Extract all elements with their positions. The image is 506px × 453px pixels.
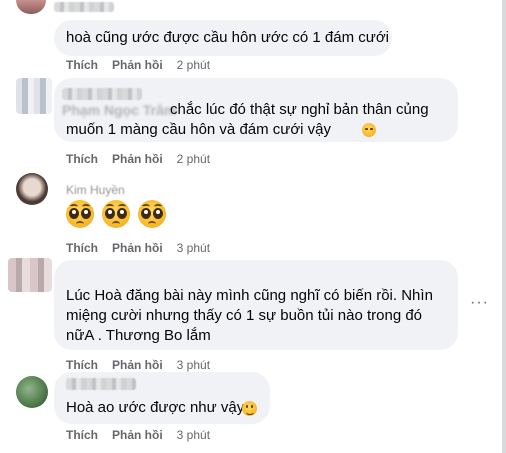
reply-button[interactable]: Phản hồi <box>112 358 163 372</box>
reply-button[interactable]: Phản hồi <box>112 58 163 72</box>
comment-actions: Thích Phản hồi 2 phút <box>66 58 224 72</box>
comment-text: hoà cũng ước được cầu hôn ước có 1 đám c… <box>66 29 389 46</box>
comment-text: muốn 1 màng cầu hôn và đám cưới vậy <box>66 121 332 138</box>
comment-text: miệng cười nhưng thấy có 1 sự buồn tủi n… <box>66 307 423 324</box>
comment-text: chắc lúc đó thật sự nghỉ bản thân củng <box>170 101 429 118</box>
like-button[interactable]: Thích <box>66 152 98 166</box>
reply-button[interactable]: Phản hồi <box>112 241 163 255</box>
comment-actions: Thích Phản hồi 2 phút <box>66 152 224 166</box>
relieved-face-icon <box>362 123 376 137</box>
timestamp[interactable]: 2 phút <box>177 152 210 166</box>
comment-actions: Thích Phản hồi 3 phút <box>66 358 224 372</box>
pleading-face-icon <box>138 200 166 228</box>
like-button[interactable]: Thích <box>66 58 98 72</box>
avatar[interactable] <box>16 0 46 14</box>
avatar[interactable] <box>16 376 48 408</box>
pleading-face-icon <box>66 200 94 228</box>
comment-text: nữA . Thương Bo lắm <box>66 327 211 344</box>
timestamp[interactable]: 3 phút <box>177 428 210 442</box>
more-options-icon[interactable]: ··· <box>470 294 489 312</box>
scrollbar[interactable] <box>502 0 506 453</box>
reply-button[interactable]: Phản hồi <box>112 152 163 166</box>
like-button[interactable]: Thích <box>66 241 98 255</box>
comment-actions: Thích Phản hồi 3 phút <box>66 428 224 442</box>
author-name[interactable]: Phạm Ngọc Trâm <box>62 100 176 120</box>
author-name-blurred[interactable] <box>54 2 114 12</box>
pleading-face-icon <box>102 200 130 228</box>
timestamp[interactable]: 3 phút <box>177 241 210 255</box>
timestamp[interactable]: 2 phút <box>177 58 210 72</box>
like-button[interactable]: Thích <box>66 358 98 372</box>
timestamp[interactable]: 3 phút <box>177 358 210 372</box>
avatar[interactable] <box>16 173 48 205</box>
comment-text: Hoà ao ước được như vậy <box>66 399 245 416</box>
comment-actions: Thích Phản hồi 3 phút <box>66 241 224 255</box>
author-name-blurred[interactable] <box>62 88 142 100</box>
like-button[interactable]: Thích <box>66 428 98 442</box>
reply-button[interactable]: Phản hồi <box>112 428 163 442</box>
comment-text: Lúc Hoà đăng bài này mình cũng nghĩ có b… <box>66 287 433 304</box>
avatar[interactable] <box>16 78 52 114</box>
author-name-blurred[interactable] <box>66 378 136 390</box>
slightly-smiling-face-icon <box>242 401 257 416</box>
author-name[interactable]: Kim Huyền <box>66 180 125 200</box>
avatar[interactable] <box>8 258 52 292</box>
